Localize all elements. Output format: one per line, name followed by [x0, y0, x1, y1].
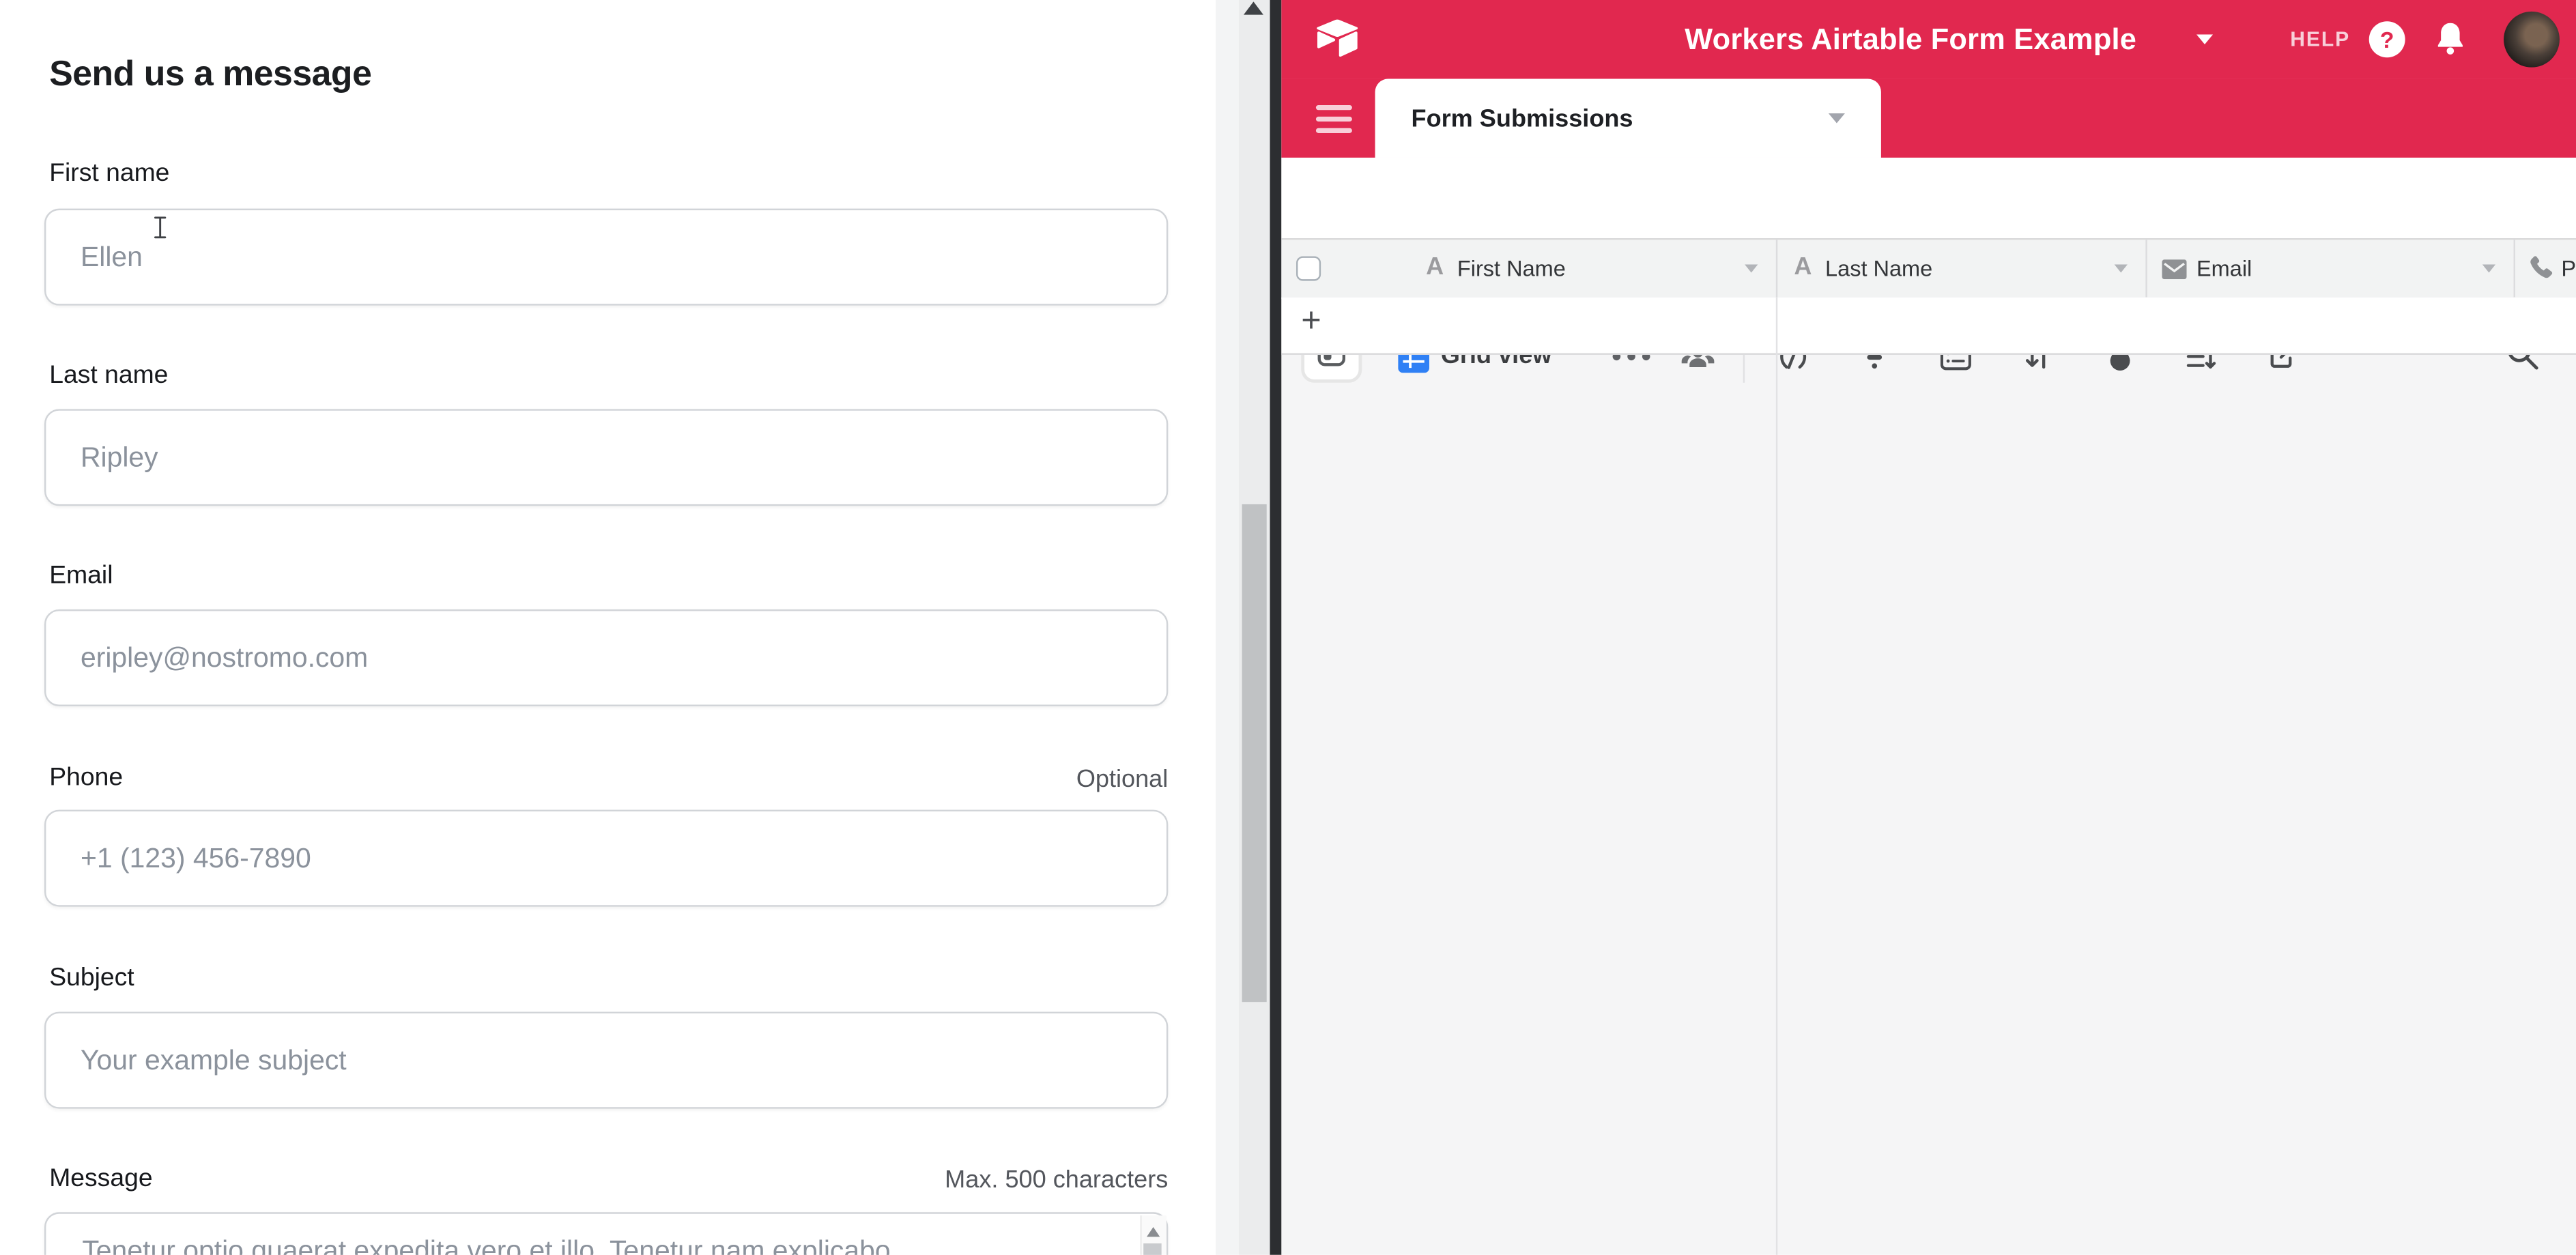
column-header-first-name[interactable]: A First Name: [1413, 240, 1776, 297]
message-scrollbar-thumb[interactable]: [1143, 1243, 1161, 1255]
first-name-label: First name: [49, 159, 169, 188]
subject-input[interactable]: [44, 1012, 1168, 1109]
email-input[interactable]: [44, 609, 1168, 706]
notifications-bell-icon[interactable]: [2435, 21, 2466, 56]
column-header-email[interactable]: Email: [2147, 240, 2514, 297]
user-avatar[interactable]: [2504, 12, 2560, 68]
airtable-logo-icon[interactable]: [1315, 18, 1360, 57]
help-button[interactable]: HELP: [2290, 28, 2350, 51]
grid-column-line: [1776, 298, 1777, 1255]
base-title-caret-icon[interactable]: [2196, 35, 2213, 44]
text-cursor-icon: [151, 215, 169, 240]
base-title[interactable]: Workers Airtable Form Example: [1582, 23, 2239, 58]
message-label: Message: [49, 1164, 152, 1194]
tab-form-submissions[interactable]: Form Submissions: [1375, 79, 1881, 158]
column-name: First Name: [1457, 256, 1566, 280]
airtable-table-bar: Form Submissions SHARE AUTOMATIONS: [1281, 79, 2576, 158]
page-right-margin: [1216, 0, 1239, 1255]
text-field-type-icon: A: [1426, 253, 1444, 281]
text-field-type-icon: A: [1794, 253, 1812, 281]
table-tab-caret-icon[interactable]: [1829, 113, 1845, 123]
first-name-input[interactable]: [44, 209, 1168, 306]
airtable-top-bar: Workers Airtable Form Example HELP ?: [1281, 0, 2576, 79]
column-caret-icon[interactable]: [2115, 265, 2128, 273]
window-divider: [1270, 0, 1282, 1255]
last-name-label: Last name: [49, 362, 168, 391]
column-name: Last Name: [1825, 256, 1932, 280]
add-row[interactable]: +: [1281, 298, 2576, 355]
screen: Send us a message First name Last name E…: [0, 0, 2576, 1255]
table-tab-label: Form Submissions: [1412, 105, 1633, 133]
column-header-last-name[interactable]: A Last Name: [1777, 240, 2145, 297]
email-label: Email: [49, 562, 113, 591]
browser-scrollbar-thumb[interactable]: [1242, 504, 1267, 1002]
email-field-type-icon: [2162, 259, 2186, 279]
column-caret-icon[interactable]: [2482, 265, 2495, 273]
phone-label: Phone: [49, 764, 123, 793]
phone-field-type-icon: [2528, 255, 2555, 281]
add-row-plus-icon[interactable]: +: [1301, 302, 1321, 342]
message-maxlength-hint: Max. 500 characters: [657, 1166, 1169, 1194]
page-title: Send us a message: [49, 54, 371, 95]
column-name: Phone: [2561, 256, 2576, 280]
column-caret-icon[interactable]: [1745, 265, 1758, 273]
phone-input[interactable]: [44, 810, 1168, 907]
sidebar-menu-icon[interactable]: [1316, 105, 1352, 139]
message-placeholder-text: Tenetur optio quaerat expedita vero et i…: [82, 1235, 890, 1255]
airtable-window: Workers Airtable Form Example HELP ? For…: [1281, 0, 2576, 1255]
last-name-input[interactable]: [44, 409, 1168, 506]
column-header-phone[interactable]: Phone: [2515, 240, 2576, 297]
column-name: Email: [2196, 256, 2252, 280]
phone-optional-hint: Optional: [657, 766, 1169, 794]
help-icon[interactable]: ?: [2369, 21, 2405, 57]
subject-label: Subject: [49, 964, 134, 994]
select-all-checkbox[interactable]: [1296, 256, 1321, 280]
grid-header-row: A First Name A Last Name Email: [1281, 238, 2576, 299]
contact-form-page: Send us a message First name Last name E…: [0, 0, 1216, 1255]
message-scrollbar-up-icon[interactable]: [1147, 1227, 1160, 1237]
view-toolbar: Grid view: [1281, 158, 2576, 238]
browser-scrollbar-up-icon[interactable]: [1244, 1, 1263, 14]
